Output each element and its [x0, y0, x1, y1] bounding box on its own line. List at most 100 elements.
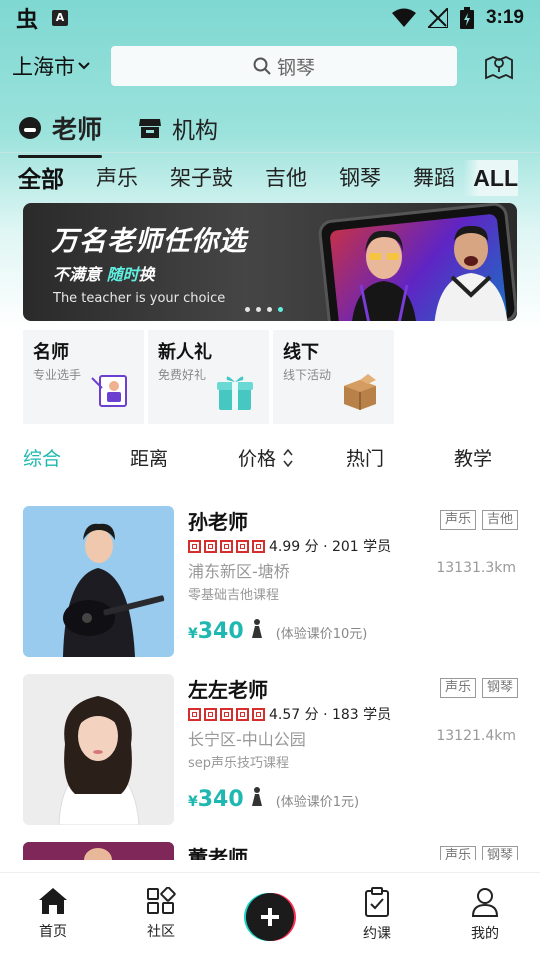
nav-booking[interactable]: 约课 [347, 887, 407, 943]
nav-label: 首页 [39, 924, 67, 940]
subtab-vocal[interactable]: 声乐 [96, 162, 138, 192]
banner-subtitle: 不满意 随时换 [53, 261, 155, 285]
clipboard-icon [365, 887, 389, 917]
teacher-price: ¥ 340 (体验课价10元) [188, 618, 367, 644]
app-logo-icon: 虫 [16, 8, 39, 33]
teacher-rating: 4.99 分 · 201 学员 [188, 536, 391, 556]
subtab-guitar[interactable]: 吉他 [265, 162, 307, 192]
tag-guitar: 吉他 [481, 510, 518, 530]
feature-card-offline[interactable]: 线下 线下活动 [273, 330, 394, 424]
star-icon [220, 707, 233, 721]
tab-teacher[interactable]: 老师 [18, 110, 103, 158]
all-categories-button[interactable]: ALL [463, 160, 518, 196]
teacher-area: 浦东新区-塘桥 [188, 562, 290, 581]
person-icon [251, 619, 262, 638]
carousel-dot-active [278, 307, 283, 312]
currency-symbol: ¥ [188, 794, 198, 810]
search-placeholder: 钢琴 [276, 56, 315, 79]
teacher-distance: 13131.3km [436, 560, 516, 576]
tab-divider [0, 152, 540, 153]
feature-card-newcomer-gift[interactable]: 新人礼 免费好礼 [148, 330, 269, 424]
star-icon [236, 539, 249, 553]
teacher-tags: 声乐 吉他 [439, 510, 518, 530]
nav-label: 社区 [147, 924, 175, 940]
price-value: 340 [197, 787, 244, 812]
search-icon [253, 57, 271, 75]
star-icon [204, 707, 217, 721]
star-icon [204, 539, 217, 553]
nav-home[interactable]: 首页 [23, 887, 83, 941]
feature-title: 线下 [283, 342, 319, 363]
carousel-dot [245, 307, 250, 312]
star-icon [220, 539, 233, 553]
subtab-all[interactable]: 全部 [18, 160, 64, 194]
rating-stars [188, 707, 265, 721]
battery-icon [459, 7, 474, 29]
gift-icon [217, 376, 253, 410]
sort-label: 热门 [346, 448, 385, 470]
subtab-dance[interactable]: 舞蹈 [413, 162, 455, 192]
teacher-list: 孙老师 声乐 吉他 4.99 分 · 201 学员 浦东新区-塘桥 13131.… [0, 506, 540, 860]
tag-piano: 钢琴 [481, 678, 518, 698]
nav-label: 我的 [471, 926, 499, 942]
bottom-navigation: 首页 社区 约课 我的 [0, 872, 540, 960]
city-selector[interactable]: 上海市 [12, 51, 91, 81]
teacher-card[interactable]: 孙老师 声乐 吉他 4.99 分 · 201 学员 浦东新区-塘桥 13131.… [0, 506, 540, 658]
teacher-price: ¥ 340 (体验课价1元) [188, 786, 359, 812]
user-icon [471, 888, 499, 917]
notification-icon: A [52, 10, 69, 26]
carousel-indicator [245, 307, 283, 312]
wifi-icon [391, 8, 416, 27]
sub-tabs: 全部 声乐 架子鼓 吉他 钢琴 舞蹈 ALL [0, 160, 540, 196]
tab-institution-label: 机构 [172, 118, 219, 144]
sort-comprehensive[interactable]: 综合 [23, 444, 61, 471]
trial-price: (体验课价10元) [275, 627, 368, 642]
tag-vocal: 声乐 [439, 678, 476, 698]
sort-label: 距离 [130, 448, 169, 470]
no-signal-icon [427, 8, 448, 28]
star-icon [188, 539, 201, 553]
teacher-distance: 13121.4km [436, 728, 516, 744]
sort-teaching[interactable]: 教学 [454, 444, 492, 471]
search-input[interactable]: 钢琴 [111, 46, 457, 86]
clock: 3:19 [485, 7, 524, 28]
plus-icon [261, 908, 279, 926]
sort-price[interactable]: 价格 [238, 444, 294, 471]
sort-popular[interactable]: 热门 [346, 444, 384, 471]
rating-text: 4.57 分 · 183 学员 [269, 707, 392, 723]
star-icon [188, 707, 201, 721]
tab-institution[interactable]: 机构 [138, 111, 218, 145]
publish-button[interactable] [246, 893, 294, 941]
teacher-tags: 声乐 钢琴 [439, 846, 518, 860]
teacher-photo [23, 506, 174, 657]
tab-teacher-label: 老师 [52, 115, 103, 144]
sort-distance[interactable]: 距离 [130, 444, 168, 471]
promo-banner[interactable]: 万名老师任你选 不满意 随时换 The teacher is your choi… [23, 203, 517, 321]
nav-profile[interactable]: 我的 [455, 887, 515, 943]
rating-text: 4.99 分 · 201 学员 [269, 539, 392, 555]
status-bar: 虫 A 3:19 [0, 0, 540, 36]
feature-cards: 名师 专业选手 新人礼 免费好礼 线下 线下活动 [23, 330, 394, 424]
top-bar: 上海市 钢琴 [12, 46, 528, 86]
subtab-drums[interactable]: 架子鼓 [170, 162, 233, 192]
feature-title: 名师 [33, 342, 69, 363]
banner-subtitle-c: 换 [138, 265, 155, 284]
sort-updown-icon [283, 448, 293, 467]
currency-symbol: ¥ [188, 626, 198, 642]
subtab-piano[interactable]: 钢琴 [339, 162, 381, 192]
carousel-dot [267, 307, 272, 312]
teacher-board-icon [91, 375, 127, 407]
teacher-icon [19, 117, 41, 139]
banner-subtitle-a: 不满意 [53, 265, 102, 284]
feature-card-famous-teacher[interactable]: 名师 专业选手 [23, 330, 144, 424]
nav-community[interactable]: 社区 [131, 887, 191, 941]
sort-label: 综合 [23, 448, 62, 470]
sort-bar: 综合 距离 价格 热门 教学 [0, 440, 540, 474]
tag-piano: 钢琴 [481, 846, 518, 860]
person-icon [251, 787, 262, 806]
teacher-card[interactable]: 董老师 声乐 钢琴 [0, 842, 540, 860]
home-icon [39, 888, 67, 914]
teacher-card[interactable]: 左左老师 声乐 钢琴 4.57 分 · 183 学员 长宁区-中山公园 1312… [0, 674, 540, 826]
map-location-button[interactable] [479, 46, 519, 86]
teacher-tags: 声乐 钢琴 [439, 678, 518, 698]
